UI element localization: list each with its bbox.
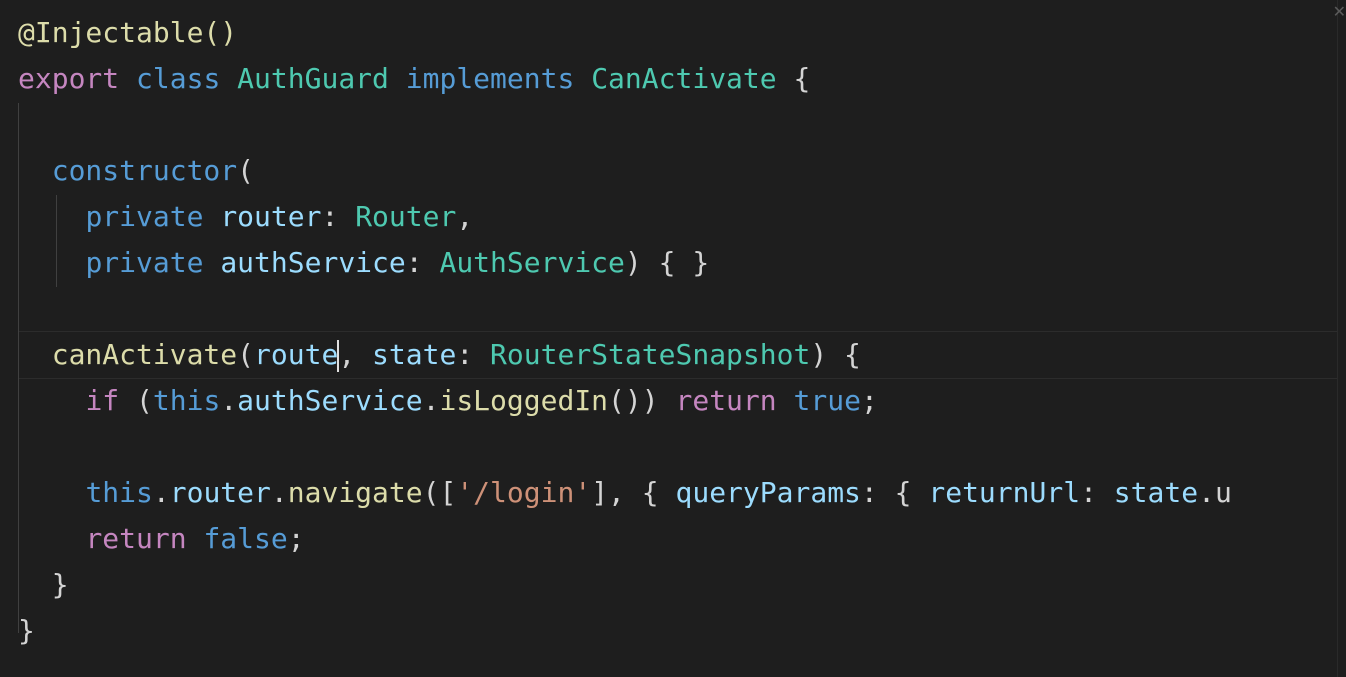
code-token: returnUrl — [928, 476, 1081, 509]
vertical-scrollbar[interactable] — [1337, 0, 1346, 677]
code-token: } — [18, 568, 69, 601]
code-line[interactable]: canActivate(route, state: RouterStateSna… — [18, 332, 1232, 378]
code-token: authService — [220, 246, 406, 279]
code-token: canActivate — [51, 338, 238, 371]
code-token: .u — [1198, 476, 1232, 509]
code-line[interactable] — [18, 286, 1232, 332]
code-token: . — [422, 384, 440, 417]
code-line[interactable]: if (this.authService.isLoggedIn()) retur… — [18, 378, 1232, 424]
code-token: false — [203, 522, 288, 555]
code-line[interactable]: return false; — [18, 516, 1232, 562]
code-token: : — [321, 200, 356, 233]
code-token: if — [85, 384, 120, 417]
code-token: router — [220, 200, 322, 233]
code-token: : — [405, 246, 440, 279]
code-token: class — [136, 62, 221, 95]
code-line[interactable]: constructor( — [18, 148, 1232, 194]
code-token: CanActivate — [591, 62, 777, 95]
code-token: RouterStateSnapshot — [490, 338, 811, 371]
code-token: ( — [237, 154, 255, 187]
code-token: isLoggedIn — [439, 384, 609, 417]
code-token: constructor — [51, 154, 238, 187]
code-token: private — [85, 246, 204, 279]
code-token: this — [152, 384, 221, 417]
code-token: : — [456, 338, 491, 371]
code-token: private — [85, 200, 204, 233]
code-line[interactable]: @Injectable() — [18, 10, 1232, 56]
code-token: ( — [119, 384, 153, 417]
code-token: implements — [405, 62, 575, 95]
code-token: true — [793, 384, 861, 417]
code-token: AuthGuard — [237, 62, 389, 95]
code-token: Router — [355, 200, 457, 233]
code-token: . — [152, 476, 170, 509]
code-token: export — [18, 62, 120, 95]
code-line[interactable]: } — [18, 608, 1232, 654]
code-token: : — [1080, 476, 1114, 509]
code-token: ()) — [608, 384, 676, 417]
code-token: ; — [287, 522, 305, 555]
code-token: ) { — [810, 338, 861, 371]
code-token: . — [220, 384, 238, 417]
code-token: return — [85, 522, 187, 555]
code-lines[interactable]: @Injectable() export class AuthGuard impl… — [18, 10, 1232, 654]
code-line[interactable]: export class AuthGuard implements CanAct… — [18, 56, 1232, 102]
code-line[interactable]: private router: Router, — [18, 194, 1232, 240]
code-token: @Injectable() — [18, 16, 238, 49]
code-token: state — [372, 338, 457, 371]
code-token: router — [169, 476, 271, 509]
code-token: { — [776, 62, 811, 95]
code-token: state — [1113, 476, 1199, 509]
code-line[interactable]: } — [18, 562, 1232, 608]
code-line[interactable] — [18, 424, 1232, 470]
code-line[interactable] — [18, 102, 1232, 148]
code-token: } — [18, 614, 35, 647]
code-token: ], { — [591, 476, 676, 509]
code-token: ) { } — [624, 246, 710, 279]
code-token: ( — [237, 338, 255, 371]
code-token: queryParams — [675, 476, 861, 509]
close-icon[interactable]: ✕ — [1333, 2, 1346, 21]
code-token: authService — [237, 384, 423, 417]
code-token: : { — [860, 476, 929, 509]
code-token: ; — [860, 384, 878, 417]
code-token: AuthService — [439, 246, 625, 279]
code-line[interactable]: this.router.navigate(['/login'], { query… — [18, 470, 1232, 516]
code-token: . — [270, 476, 288, 509]
code-token: route — [254, 338, 339, 371]
code-token: '/login' — [456, 476, 592, 509]
code-editor[interactable]: @Injectable() export class AuthGuard impl… — [0, 0, 1346, 677]
code-line[interactable]: private authService: AuthService) { } — [18, 240, 1232, 286]
code-token: , — [338, 338, 373, 371]
code-token: , — [456, 200, 474, 233]
code-token: ([ — [422, 476, 457, 509]
code-token: return — [675, 384, 777, 417]
code-token: navigate — [287, 476, 423, 509]
code-token: this — [85, 476, 153, 509]
